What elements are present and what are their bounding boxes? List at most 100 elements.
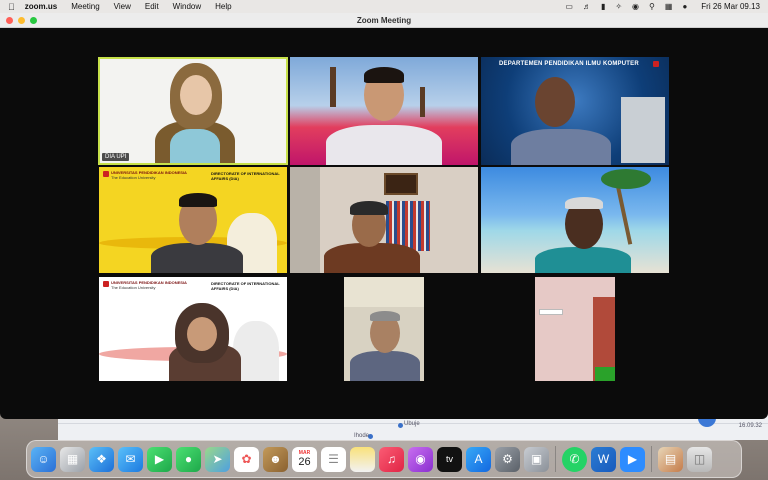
app-store-icon[interactable]: A [466, 446, 491, 472]
dock-separator [555, 446, 556, 472]
reminders-icon[interactable]: ☰ [321, 446, 346, 472]
participant-face [535, 77, 575, 127]
university-logo-icon [103, 171, 109, 177]
participant-body [326, 125, 442, 165]
search-icon[interactable]: ⚲ [649, 2, 655, 11]
university-name-text: UNIVERSITAS PENDIDIKAN INDONESIA The Edu… [111, 170, 201, 180]
university-logo-icon [103, 281, 109, 287]
menu-app-name[interactable]: zoom.us [25, 2, 57, 11]
video-tile-1[interactable]: DIA UPI [98, 57, 288, 165]
background-building [621, 97, 665, 163]
podcasts-icon[interactable]: ◉ [408, 446, 433, 472]
background-ac-unit [539, 309, 563, 315]
dock: ☺ ▦ ❖ ✉ ▶ ● ➤ ✿ ☻ MAR 26 ☰ ♫ ◉ tv A ⚙ ▣ … [26, 440, 742, 478]
background-ceiling [344, 277, 424, 307]
control-center-icon[interactable]: ▦ [665, 2, 673, 11]
bg-window-label: Ubuje [404, 421, 420, 427]
participant-video [344, 277, 424, 381]
participant-body [535, 247, 631, 273]
participant-body [350, 351, 420, 381]
background-frame [384, 173, 418, 195]
system-preferences-icon[interactable]: ⚙ [495, 446, 520, 472]
university-name-text: UNIVERSITAS PENDIDIKAN INDONESIA The Edu… [111, 280, 201, 290]
menu-help[interactable]: Help [215, 2, 231, 11]
participant-shirt [170, 129, 220, 163]
launchpad-icon[interactable]: ▦ [60, 446, 85, 472]
participant-hair [179, 193, 217, 207]
bg-window-slider-dot [398, 423, 403, 428]
menu-window[interactable]: Window [173, 2, 201, 11]
siri-icon[interactable]: ● [682, 2, 687, 11]
contacts-icon[interactable]: ☻ [263, 446, 288, 472]
screen-mirror-icon[interactable]: ▭ [565, 2, 573, 11]
university-logo-icon [653, 61, 659, 67]
windmill-left [330, 67, 336, 107]
university-subtitle: The Education University [111, 175, 156, 180]
participant-name-tag: DIA UPI [102, 153, 130, 161]
music-icon[interactable]: ♫ [379, 446, 404, 472]
bluetooth-icon[interactable]: ✧ [615, 2, 622, 11]
maps-icon[interactable]: ➤ [205, 446, 230, 472]
video-tile-8[interactable] [290, 277, 478, 381]
mail-icon[interactable]: ✉ [118, 446, 143, 472]
menu-meeting[interactable]: Meeting [71, 2, 99, 11]
video-tile-6[interactable] [481, 167, 669, 273]
menu-clock[interactable]: Fri 26 Mar 09.13 [701, 2, 760, 11]
facetime-icon[interactable]: ▶ [147, 446, 172, 472]
calendar-day: 26 [298, 456, 311, 468]
menu-view[interactable]: View [114, 2, 131, 11]
participant-video [535, 277, 615, 381]
status-area: ▭ ♬ ▮ ✧ ◉ ⚲ ▦ ● Fri 26 Mar 09.13 [565, 2, 760, 11]
dock-separator-2 [651, 446, 652, 472]
gallery-view: DIA UPI DEPARTEMEN PENDIDIKAN ILMU KOMPU… [0, 28, 768, 419]
participant-body [324, 243, 420, 273]
participant-face [180, 75, 212, 115]
video-tile-2[interactable] [290, 57, 478, 165]
menu-bar:  zoom.us Meeting View Edit Window Help … [0, 0, 768, 13]
wifi-icon[interactable]: ◉ [632, 2, 639, 11]
finder-icon[interactable]: ☺ [31, 446, 56, 472]
safari-icon[interactable]: ❖ [89, 446, 114, 472]
directorate-text: DIRECTORATE OF INTERNATIONAL AFFAIRS (DI… [211, 281, 280, 291]
video-tile-9[interactable] [481, 277, 669, 381]
battery-icon[interactable]: ▮ [601, 2, 605, 11]
background-object [595, 367, 615, 381]
apple-menu-icon[interactable]:  [8, 2, 15, 12]
window-title: Zoom Meeting [356, 16, 412, 25]
preview-icon[interactable]: ▣ [524, 446, 549, 472]
apple-tv-icon[interactable]: tv [437, 446, 462, 472]
background-banner-text: DEPARTEMEN PENDIDIKAN ILMU KOMPUTER [499, 61, 639, 67]
bg-window-right-text: 16.09.32 [738, 423, 762, 429]
menu-edit[interactable]: Edit [145, 2, 159, 11]
downloads-stack-icon[interactable]: ▤ [658, 446, 683, 472]
video-tile-5[interactable] [290, 167, 478, 273]
participant-hair [350, 201, 388, 215]
video-tile-4[interactable]: UNIVERSITAS PENDIDIKAN INDONESIA The Edu… [99, 167, 287, 273]
windmill-right [420, 87, 425, 117]
apple-tv-label: tv [445, 454, 453, 464]
whatsapp-icon[interactable]: ✆ [562, 446, 587, 472]
participant-hair [565, 197, 603, 209]
zoom-meeting-window: Zoom Meeting DIA UPI DEPARTEMEN PENDIDIK… [0, 13, 768, 419]
window-titlebar[interactable]: Zoom Meeting [0, 13, 768, 28]
zoom-icon[interactable]: ▶ [620, 446, 645, 472]
directorate-text: DIRECTORATE OF INTERNATIONAL AFFAIRS (DI… [211, 171, 280, 181]
university-subtitle: The Education University [111, 285, 156, 290]
participant-hair [364, 67, 404, 83]
participant-face [187, 317, 217, 351]
palm-leaves [601, 169, 651, 189]
calendar-icon[interactable]: MAR 26 [292, 446, 317, 472]
photos-icon[interactable]: ✿ [234, 446, 259, 472]
bg-window-label-2: Ihode [354, 433, 370, 439]
notes-icon[interactable] [350, 446, 375, 472]
word-icon[interactable]: W [591, 446, 616, 472]
messages-icon[interactable]: ● [176, 446, 201, 472]
participant-body [151, 243, 243, 273]
volume-icon[interactable]: ♬ [583, 2, 591, 11]
trash-icon[interactable]: ◫ [687, 446, 712, 472]
video-tile-7[interactable]: UNIVERSITAS PENDIDIKAN INDONESIA The Edu… [99, 277, 287, 381]
video-tile-3[interactable]: DEPARTEMEN PENDIDIKAN ILMU KOMPUTER [481, 57, 669, 165]
background-wall-left [290, 167, 320, 273]
participant-hair [370, 311, 400, 321]
participant-body [511, 129, 611, 165]
